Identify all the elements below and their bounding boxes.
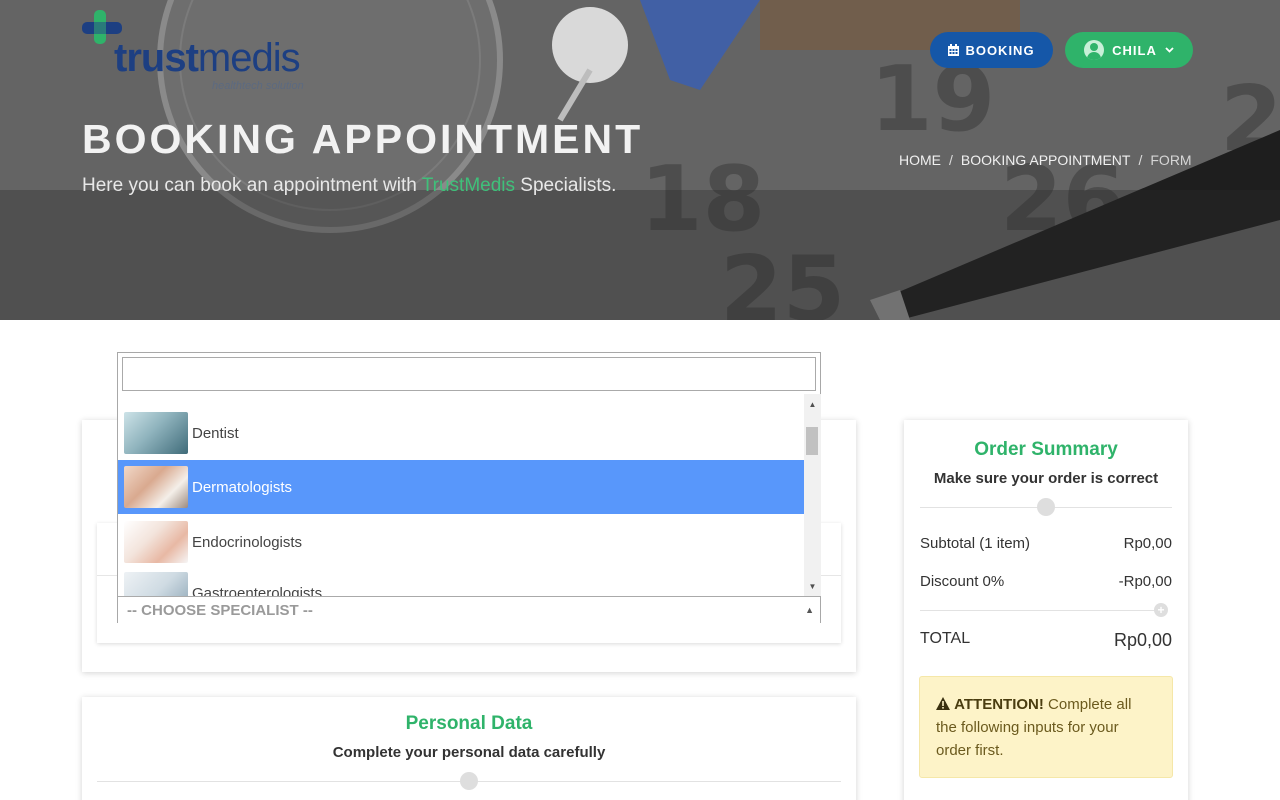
option-label: Dentist xyxy=(192,424,239,442)
logo-text-bold: trust xyxy=(114,36,199,80)
order-summary-subtitle: Make sure your order is correct xyxy=(933,470,1159,487)
breadcrumb-booking[interactable]: BOOKING APPOINTMENT xyxy=(961,152,1131,168)
option-label: Gastroenterologists xyxy=(192,584,323,597)
specialist-select[interactable]: -- CHOOSE SPECIALIST -- ▲ xyxy=(118,596,820,623)
option-label: Endocrinologists xyxy=(192,533,303,551)
specialist-search-input[interactable] xyxy=(122,357,816,391)
personal-data-subtitle: Complete your personal data carefully xyxy=(332,744,606,761)
option-label: Dermatologists xyxy=(192,478,293,496)
subtotal-label: Subtotal (1 item) xyxy=(920,535,1031,552)
breadcrumb-separator: / xyxy=(1138,152,1143,168)
divider-dot xyxy=(460,772,478,790)
order-summary-card: Order Summary Make sure your order is co… xyxy=(904,420,1188,800)
logo-text-light: medis xyxy=(197,36,301,80)
divider xyxy=(920,610,1155,611)
breadcrumb-separator: / xyxy=(949,152,953,168)
specialist-option-dermatologists[interactable]: Dermatologists xyxy=(118,460,804,514)
dentist-thumbnail xyxy=(124,412,188,454)
attention-label: ATTENTION! xyxy=(954,696,1044,713)
subtitle-prefix: Here you can book an appointment with xyxy=(82,175,422,196)
hero-banner: 19 18 26 2 25 trustmedis healthtech solu… xyxy=(0,0,1280,320)
chevron-down-icon xyxy=(1165,47,1174,53)
subtotal-row: Subtotal (1 item) Rp0,00 xyxy=(920,535,1172,552)
breadcrumb-home[interactable]: HOME xyxy=(899,152,941,168)
discount-value: -Rp0,00 xyxy=(1118,573,1172,590)
specialist-dropdown[interactable]: Dentist Dermatologists Endocrinologists … xyxy=(117,352,821,623)
user-menu-button[interactable]: CHILA xyxy=(1065,32,1193,68)
discount-row: Discount 0% -Rp0,00 xyxy=(920,573,1172,590)
breadcrumb: HOME / BOOKING APPOINTMENT / FORM xyxy=(899,152,1192,168)
page-subtitle: Here you can book an appointment with Tr… xyxy=(82,175,616,197)
dropdown-scrollbar[interactable]: ▲ ▼ xyxy=(804,394,821,596)
personal-data-title: Personal Data xyxy=(405,713,533,734)
order-summary-title: Order Summary xyxy=(974,439,1118,460)
logo-tagline: healthtech solution xyxy=(212,80,304,92)
breadcrumb-current: FORM xyxy=(1150,152,1192,168)
dermatologist-thumbnail xyxy=(124,466,188,508)
scroll-down-icon[interactable]: ▼ xyxy=(808,582,817,591)
trustmedis-logo[interactable]: trustmedis healthtech solution xyxy=(82,10,342,94)
specialist-option-dentist[interactable]: Dentist xyxy=(118,406,804,460)
discount-label: Discount 0% xyxy=(920,573,1005,590)
specialist-options-list: Dentist Dermatologists Endocrinologists … xyxy=(118,394,804,596)
gastroenterologist-thumbnail xyxy=(124,572,188,596)
page-title: BOOKING APPOINTMENT xyxy=(82,116,644,162)
scrollbar-thumb[interactable] xyxy=(806,427,818,455)
booking-button-label: BOOKING xyxy=(965,42,1035,58)
logo-wordmark: trustmedis xyxy=(114,36,301,81)
endocrinologist-thumbnail xyxy=(124,521,188,563)
avatar xyxy=(1084,40,1105,60)
caret-up-icon: ▲ xyxy=(805,605,814,615)
user-menu-label: CHILA xyxy=(1112,42,1157,58)
scroll-up-icon[interactable]: ▲ xyxy=(808,400,817,409)
specialist-select-placeholder: -- CHOOSE SPECIALIST -- xyxy=(127,602,313,619)
personal-data-card: Personal Data Complete your personal dat… xyxy=(82,697,856,800)
total-label: TOTAL xyxy=(920,630,971,647)
subtitle-suffix: Specialists. xyxy=(515,175,617,196)
attention-alert: ATTENTION! Complete all the following in… xyxy=(919,676,1173,778)
calendar-icon xyxy=(948,44,960,56)
specialist-option-gastroenterologists[interactable]: Gastroenterologists xyxy=(118,566,804,596)
booking-button[interactable]: BOOKING xyxy=(930,32,1053,68)
divider-dot xyxy=(1037,498,1055,516)
subtotal-value: Rp0,00 xyxy=(1123,535,1172,552)
specialist-option-endocrinologists[interactable]: Endocrinologists xyxy=(118,515,804,569)
total-row: TOTAL Rp0,00 xyxy=(920,630,1172,651)
total-value: Rp0,00 xyxy=(1113,630,1172,650)
plus-icon: + xyxy=(1154,603,1168,617)
warning-icon xyxy=(936,697,950,710)
subtitle-brand: TrustMedis xyxy=(421,175,516,196)
